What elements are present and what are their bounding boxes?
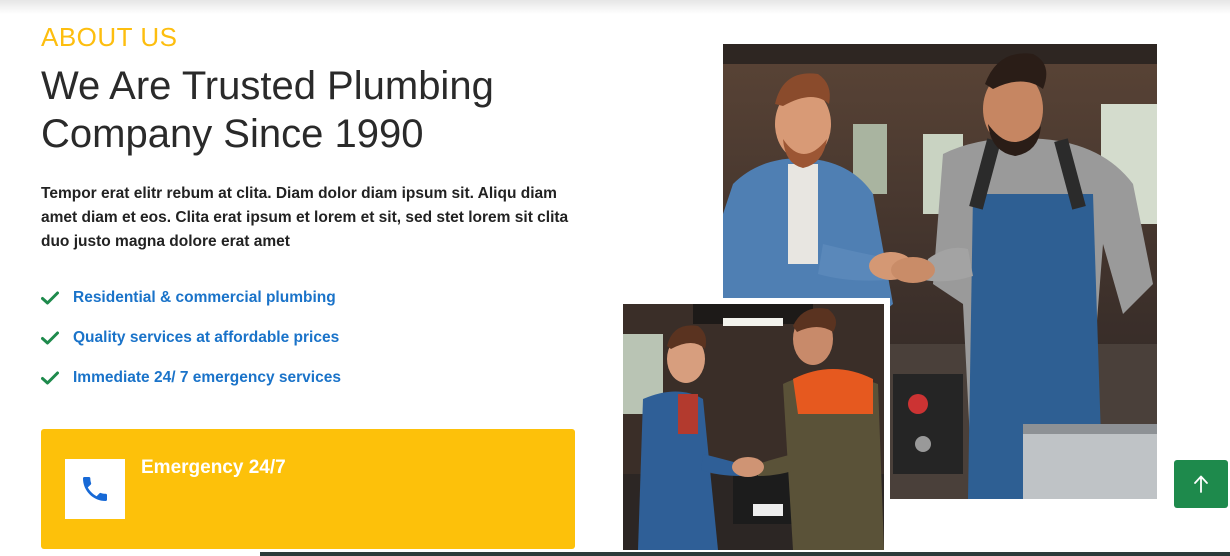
feature-item: Quality services at affordable prices [41, 318, 341, 358]
phone-icon [83, 477, 107, 501]
feature-item: Immediate 24/ 7 emergency services [41, 358, 341, 398]
feature-list: Residential & commercial plumbing Qualit… [41, 278, 341, 398]
section-label: ABOUT US [41, 22, 178, 52]
phone-icon-box [65, 459, 125, 519]
check-icon [41, 371, 59, 385]
header-shadow [0, 0, 1230, 14]
arrow-up-icon [1194, 475, 1208, 493]
feature-item: Residential & commercial plumbing [41, 278, 341, 318]
title-line-2: Company Since 1990 [41, 112, 424, 156]
footer-strip [260, 552, 1230, 556]
back-to-top-button[interactable] [1174, 460, 1228, 508]
emergency-title: Emergency 24/7 [141, 457, 286, 478]
check-icon [41, 331, 59, 345]
feature-label: Quality services at affordable prices [73, 329, 340, 346]
feature-label: Residential & commercial plumbing [73, 289, 336, 306]
check-icon [41, 291, 59, 305]
page-title: We Are Trusted Plumbing Company Since 19… [41, 62, 601, 158]
emergency-card[interactable]: Emergency 24/7 [41, 429, 575, 549]
title-line-1: We Are Trusted Plumbing [41, 64, 494, 108]
about-image-small [617, 298, 890, 556]
workers-handshake-image [623, 304, 884, 550]
feature-label: Immediate 24/ 7 emergency services [73, 369, 341, 386]
about-description: Tempor erat elitr rebum at clita. Diam d… [41, 185, 569, 250]
